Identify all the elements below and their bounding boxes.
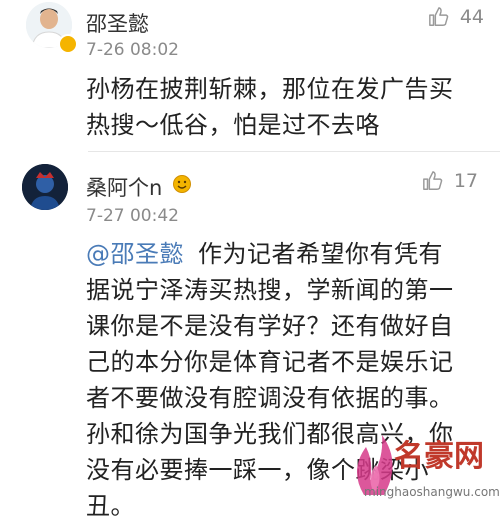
comment-line: 者不要做没有腔调没有依据的事。	[86, 384, 454, 412]
timestamp: 7-26 08:02	[86, 40, 179, 60]
avatar-photo-icon	[22, 164, 68, 210]
avatar-user-2[interactable]	[22, 164, 68, 210]
mention-link[interactable]: @邵圣懿	[86, 240, 184, 268]
verified-badge-icon	[58, 34, 78, 54]
like-count: 17	[453, 170, 478, 192]
comment-line: 据说宁泽涛买热搜，学新闻的第一	[86, 276, 454, 304]
comment-line: 己的本分你是体育记者不是娱乐记	[86, 348, 454, 376]
like-button[interactable]: 44	[428, 6, 484, 28]
thumbs-up-icon	[428, 7, 449, 26]
watermark-url: minghaoshangwu.com	[364, 485, 500, 499]
comment-divider	[88, 151, 500, 152]
comment-text: 孙杨在披荆斩棘，那位在发广告买 热搜～低谷，怕是过不去咯	[86, 71, 454, 143]
watermark-brand: 名豪网	[394, 439, 484, 474]
comment-line: @邵圣懿 作为记者希望你有凭有	[86, 236, 496, 272]
comment-line: 孙杨在披荆斩棘，那位在发广告买	[86, 75, 454, 103]
username[interactable]: 桑阿个n	[86, 172, 162, 202]
comment-text-inline: 作为记者希望你有凭有	[198, 240, 443, 268]
thumbs-up-icon	[422, 171, 443, 190]
comment-line: 热搜～低谷，怕是过不去咯	[86, 111, 380, 139]
emoji-icon	[173, 175, 191, 193]
watermark-logo: 名豪网 minghaoshangwu.com	[344, 425, 500, 505]
username[interactable]: 邵圣懿	[86, 8, 149, 38]
like-button[interactable]: 17	[422, 170, 478, 192]
comment-line: 课你是不是没有学好？还有做好自	[86, 312, 454, 340]
like-count: 44	[459, 6, 484, 28]
timestamp: 7-27 00:42	[86, 206, 179, 226]
